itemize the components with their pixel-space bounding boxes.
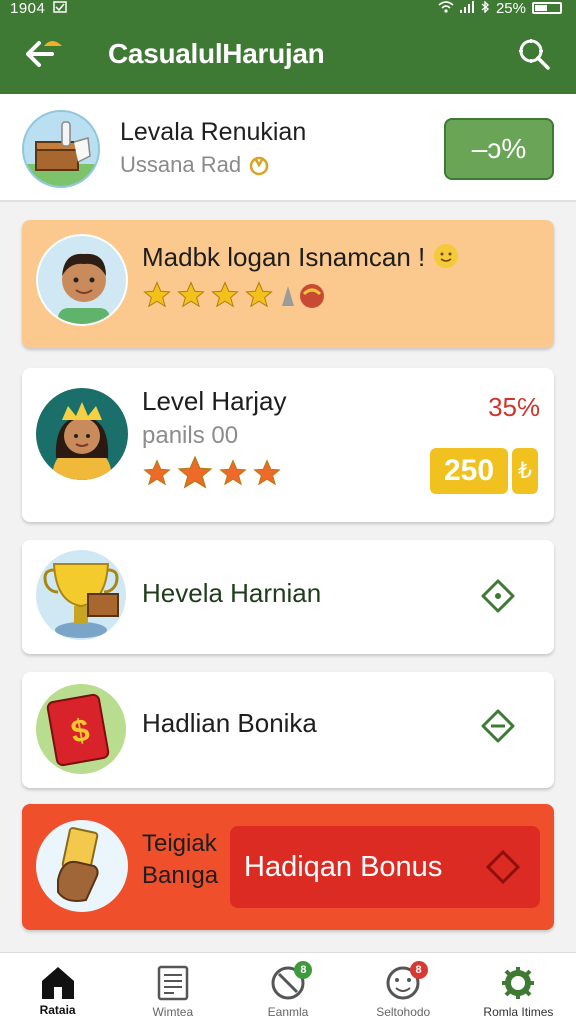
star-icon [142,458,172,493]
trophy-avatar [36,550,126,640]
nav-item-settings[interactable]: Romla Itimes [461,953,576,1024]
rank-badge: 35℅ [488,392,540,422]
diamond-icon [485,849,521,892]
nav-label: Eanmla [267,1005,309,1019]
nav-label: Seltohodo [376,1005,431,1019]
signal-icon [459,0,474,17]
star-icon [210,280,240,315]
trophy-card[interactable]: Hevela Harnian [22,540,554,654]
card-subtitle: panils 00 [142,422,239,449]
nav-item-notices[interactable]: 8 Eanmla [230,953,345,1024]
progress-percent-button[interactable]: ‒ɔ% [444,118,554,180]
diamond-icon [481,579,515,613]
star-icon [142,280,172,315]
gear-icon [502,967,535,999]
coin-box[interactable]: 250 ₺ [430,448,538,494]
nav-label: Wimtea [152,1005,194,1019]
achievement-card[interactable]: Madbk logan Isnamcan ! [22,220,554,348]
money-avatar: $ [36,684,126,774]
search-button[interactable] [514,34,554,74]
claim-bonus-card: Teigiak Banıga Hadiqan Bonus [22,804,554,930]
page-title: CasualulHarujan [108,38,325,69]
smile-emoji-icon [433,243,459,276]
claim-bonus-label: Hadiqan Bonus [244,850,443,883]
card-title-text: Madbk logan Isnamcan ! [142,242,426,272]
card-title: Madbk logan Isnamcan ! [142,242,459,276]
nav-badge: 8 [409,961,428,979]
trophy-icon [43,563,119,638]
coin-currency: ₺ [512,448,538,494]
battery-icon [532,2,562,14]
coin-value: 250 [430,448,508,494]
star-icon [176,454,214,497]
girl-crown-icon [52,402,112,480]
arrow-left-icon [26,41,62,67]
bonus-label-line2: Banıga [142,862,219,889]
star-rating [142,280,326,315]
bonus-pack-icon [278,280,326,315]
app-bar: CasualulHarujan [0,16,576,94]
star-rating [142,454,282,497]
notification-icon [53,0,68,17]
level-summary: Levala Renukian Ussana Rad ‒ɔ% [0,94,576,202]
hand-holding-card-icon [57,827,99,902]
back-button[interactable] [22,34,68,74]
level-card[interactable]: Level Harjay panils 00 35℅ 250 ₺ [22,368,554,522]
bonus-label: Teigiak Banıga [142,828,218,892]
dollar-book-icon: $ [46,693,110,767]
summary-title: Levala Renukian [120,118,307,146]
battery-percent: 25% [495,0,526,17]
claim-bonus-button[interactable]: Hadiqan Bonus [230,826,540,908]
bonus-label-line1: Teigiak [142,830,217,857]
star-icon [252,458,282,493]
card-title: Level Harjay [142,386,287,416]
star-icon [176,280,206,315]
bonus-card[interactable]: $ Hadlian Bonika [22,672,554,788]
star-icon [244,280,274,315]
status-right: 25% [438,0,562,17]
medal-icon [249,156,269,176]
home-icon [41,967,74,999]
boy-face-icon [58,253,110,324]
treasure-avatar [22,110,100,188]
nav-item-home[interactable]: Rataia [0,953,115,1024]
card-title: Hadlian Bonika [142,708,317,738]
wifi-icon [438,0,454,17]
card-action-button[interactable] [480,708,516,744]
nav-label: Romla Itimes [483,1005,554,1019]
nav-item-document[interactable]: Wimtea [115,953,230,1024]
nav-item-social[interactable]: 8 Seltohodo [346,953,461,1024]
princess-avatar [36,388,128,480]
summary-subtitle-text: Ussana Rad [120,152,242,177]
bottom-nav: Rataia Wimtea 8 Eanmla 8 Seltohodo Romla… [0,952,576,1024]
hand-avatar [36,820,128,912]
treasure-chest-icon [24,121,98,186]
search-icon [519,39,550,70]
card-title: Hevela Harnian [142,578,322,608]
status-time: 1904 [10,0,46,17]
diamond-icon [481,709,515,743]
card-action-button[interactable] [480,578,516,614]
summary-subtitle: Ussana Rad [120,152,271,178]
document-icon [157,965,189,1001]
nav-label: Rataia [39,1003,76,1017]
star-icon [218,458,248,493]
nav-badge: 8 [294,961,313,979]
status-left: 1904 [10,0,68,17]
boy-avatar [36,234,128,326]
status-bar: 1904 25% [0,0,576,17]
bluetooth-icon [480,0,490,17]
